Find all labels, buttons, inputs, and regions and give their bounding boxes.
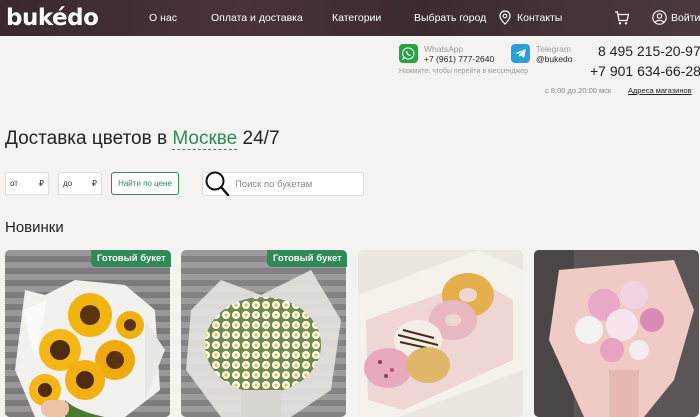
store-addresses-link[interactable]: Адреса магазинов	[628, 86, 692, 95]
title-suffix: 24/7	[242, 128, 280, 149]
page-title: Доставка цветов в Москве 24/7	[5, 128, 280, 150]
ruble-sign: ₽	[91, 179, 97, 188]
messenger-hint: Нажмите, чтобы перейти в мессенджер	[399, 68, 529, 75]
pink-bouquet-image	[534, 250, 699, 417]
location-pin-icon	[499, 10, 511, 25]
city-selector[interactable]: Москве	[172, 128, 238, 150]
logo[interactable]: bukédo	[6, 5, 99, 31]
user-icon	[652, 10, 667, 25]
login-button[interactable]: Войти	[652, 10, 700, 25]
ready-bouquet-badge: Готовый букет	[91, 250, 171, 267]
telegram-icon	[511, 44, 530, 63]
cart-icon[interactable]	[614, 10, 630, 26]
product-card[interactable]	[5, 250, 170, 417]
working-hours: с 8:00 до 20:00 мск	[545, 86, 612, 95]
top-header: bukédo О нас Оплата и доставка Категории…	[0, 0, 700, 36]
price-to-label: до	[63, 179, 73, 188]
telegram-handle: @bukedo	[536, 54, 573, 64]
product-card[interactable]	[181, 250, 346, 417]
price-from-input[interactable]: от ₽	[5, 172, 49, 195]
ruble-sign: ₽	[38, 179, 44, 188]
section-title-new: Новинки	[5, 219, 64, 236]
login-label: Войти	[671, 11, 700, 24]
whatsapp-name: WhatsApp	[424, 44, 464, 54]
nav-contacts[interactable]: Контакты	[517, 12, 562, 24]
search-icon[interactable]	[204, 170, 230, 198]
find-by-price-button[interactable]: Найти по цене	[111, 172, 179, 195]
ready-bouquet-badge: Готовый букет	[267, 250, 347, 267]
price-to-input[interactable]: до ₽	[58, 172, 102, 195]
sunflower-bouquet-image	[5, 250, 170, 417]
telegram-name: Telegram	[536, 44, 571, 54]
price-from-label: от	[10, 179, 18, 188]
whatsapp-link[interactable]: WhatsApp +7 (961) 777-2640	[399, 44, 494, 65]
search-placeholder: Поиск по букетам	[235, 179, 313, 190]
donuts-box-image	[358, 250, 523, 417]
nav-about[interactable]: О нас	[149, 12, 177, 24]
daisy-bouquet-image	[181, 250, 346, 417]
whatsapp-number: +7 (961) 777-2640	[424, 54, 495, 64]
whatsapp-icon	[399, 44, 418, 63]
phone-primary[interactable]: 8 495 215-20-97	[598, 43, 700, 59]
product-card[interactable]	[358, 250, 523, 417]
phone-secondary[interactable]: +7 901 634-66-28	[590, 63, 700, 79]
nav-categories[interactable]: Категории	[332, 12, 381, 24]
nav-choose-city[interactable]: Выбрать город	[414, 12, 486, 24]
product-card[interactable]	[534, 250, 699, 417]
title-prefix: Доставка цветов в	[5, 128, 168, 149]
telegram-link[interactable]: Telegram @bukedo	[511, 44, 573, 65]
nav-payment-delivery[interactable]: Оплата и доставка	[211, 12, 303, 24]
